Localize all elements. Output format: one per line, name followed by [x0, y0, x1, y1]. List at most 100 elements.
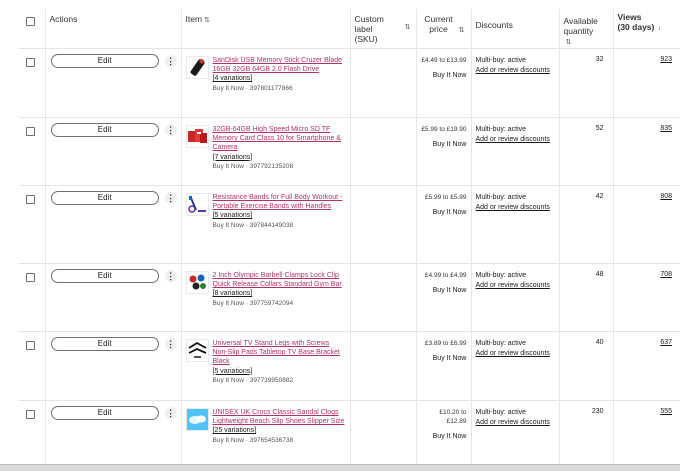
add-review-discounts-link[interactable]: Add or review discounts — [476, 349, 555, 359]
more-options-icon[interactable]: ⋮ — [164, 124, 177, 136]
available-quantity: 32 — [595, 56, 604, 63]
header-actions: Actions — [44, 9, 181, 49]
header-views[interactable]: Views (30 days) ↓ — [612, 9, 680, 49]
edit-button[interactable]: Edit — [50, 54, 159, 68]
item-variations-link[interactable]: [4 variations] — [213, 75, 253, 82]
sort-arrows-icon: ⇅ — [458, 27, 465, 34]
header-item-label: Item — [185, 14, 203, 24]
more-options-icon[interactable]: ⋮ — [164, 192, 177, 204]
custom-label-cell — [349, 117, 416, 186]
views-count-link[interactable]: 808 — [660, 193, 672, 200]
sort-down-arrow-icon: ↓ — [657, 25, 662, 32]
header-views-label: Views (30 days) — [617, 12, 655, 32]
row-select-checkbox[interactable] — [26, 58, 35, 67]
views-count-link[interactable]: 835 — [660, 125, 672, 132]
views-count-link[interactable]: 708 — [660, 271, 672, 278]
price-range: £4.49 to £13.99 — [421, 57, 467, 64]
available-quantity: 42 — [595, 193, 604, 200]
add-review-discounts-link[interactable]: Add or review discounts — [476, 203, 555, 213]
custom-label-cell — [349, 263, 416, 332]
item-title-link[interactable]: Resistance Bands for Full Body Workout -… — [213, 194, 343, 210]
listings-page: Actions Item ⇅ Custom label (SKU) ⇅ Curre… — [0, 0, 680, 471]
header-actions-label: Actions — [49, 14, 78, 24]
price-range: £4.99 to £4.99 — [424, 272, 467, 279]
header-discounts: Discounts — [470, 9, 559, 49]
item-title-link[interactable]: 2 Inch Olympic Barbell Clamps Lock Clip … — [213, 272, 342, 288]
row-select-checkbox[interactable] — [26, 273, 35, 282]
add-review-discounts-link[interactable]: Add or review discounts — [476, 66, 555, 76]
item-format-id: Buy It Now · 397739950882 — [212, 376, 294, 384]
row-select-checkbox[interactable] — [26, 127, 35, 136]
item-title-link[interactable]: 32GB-64GB High Speed Micro SD TF Memory … — [213, 126, 341, 151]
item-format-id: Buy It Now · 397654536738 — [212, 436, 294, 444]
item-variations-link[interactable]: [7 variations] — [213, 154, 253, 161]
header-discounts-label: Discounts — [475, 20, 513, 30]
more-options-icon[interactable]: ⋮ — [164, 338, 177, 350]
add-review-discounts-link[interactable]: Add or review discounts — [476, 135, 555, 145]
header-custom-label[interactable]: Custom label (SKU) ⇅ — [349, 9, 416, 49]
available-quantity: 40 — [595, 339, 604, 346]
views-count-link[interactable]: 637 — [660, 339, 672, 346]
custom-label-cell — [349, 185, 416, 264]
add-review-discounts-link[interactable]: Add or review discounts — [476, 281, 555, 291]
header-available-quantity-label: Available quantity — [563, 16, 598, 36]
item-title-link[interactable]: SanDisk USB Memory Stick Cruzer Blade 16… — [213, 57, 343, 73]
row-select-checkbox[interactable] — [26, 410, 35, 419]
more-options-icon[interactable]: ⋮ — [164, 270, 177, 282]
custom-label-cell — [349, 331, 416, 401]
price-range: £5.99 to £5.99 — [424, 194, 467, 201]
listing-format: Buy It Now — [432, 433, 467, 440]
table-row: Edit ⋮ 2 Inch Olympic Barbell Clamps Loc… — [19, 263, 680, 332]
header-current-price[interactable]: Current price ⇅ — [415, 9, 471, 49]
edit-button[interactable]: Edit — [50, 191, 159, 205]
price-range: £5.99 to £19.90 — [421, 126, 467, 133]
table-header-row: Actions Item ⇅ Custom label (SKU) ⇅ Curre… — [19, 9, 680, 49]
table-row: Edit ⋮ SanDisk USB Memory Stick Cruzer B… — [19, 48, 680, 118]
table-row: Edit ⋮ 32GB-64GB High Speed Micro SD TF … — [19, 117, 680, 186]
select-all-checkbox[interactable] — [26, 17, 35, 26]
discount-status: Multi-buy: active — [475, 194, 527, 201]
item-format-id: Buy It Now · 397844149038 — [212, 221, 294, 229]
item-title-link[interactable]: Universal TV Stand Legs with Screws Non-… — [213, 340, 340, 365]
sort-arrows-icon: ⇅ — [204, 17, 210, 24]
item-title-link[interactable]: UNISEX UK Crocs Classic Sandal Clogs Lig… — [213, 409, 345, 425]
header-available-quantity[interactable]: Available quantity ⇅ — [558, 9, 613, 49]
custom-label-cell — [349, 48, 416, 118]
usb-stick-thumbnail[interactable] — [185, 56, 209, 79]
listings-table: Actions Item ⇅ Custom label (SKU) ⇅ Curre… — [19, 9, 680, 465]
horizontal-scrollbar[interactable] — [0, 464, 680, 471]
views-count-link[interactable]: 923 — [660, 56, 672, 63]
clogs-thumbnail[interactable] — [185, 408, 209, 431]
table-row: Edit ⋮ Resistance Bands for Full Body Wo… — [19, 185, 680, 264]
more-options-icon[interactable]: ⋮ — [164, 55, 177, 67]
tv-stand-legs-thumbnail[interactable] — [185, 339, 209, 362]
add-review-discounts-link[interactable]: Add or review discounts — [476, 418, 555, 428]
header-current-price-label: Current price — [424, 14, 453, 34]
resistance-bands-thumbnail[interactable] — [185, 193, 209, 216]
row-select-checkbox[interactable] — [26, 341, 35, 350]
header-item[interactable]: Item ⇅ — [180, 9, 350, 49]
sort-arrows-icon: ⇅ — [565, 39, 572, 46]
edit-button[interactable]: Edit — [50, 123, 159, 137]
available-quantity: 48 — [595, 271, 604, 278]
item-variations-link[interactable]: [8 variations] — [213, 290, 253, 297]
row-select-checkbox[interactable] — [26, 195, 35, 204]
barbell-clamps-thumbnail[interactable] — [185, 271, 209, 294]
edit-button[interactable]: Edit — [50, 406, 159, 420]
price-range: £10.20 to £12.89 — [439, 409, 467, 425]
more-options-icon[interactable]: ⋮ — [164, 407, 177, 419]
item-variations-link[interactable]: [5 variations] — [213, 368, 253, 375]
table-row: Edit ⋮ Universal TV Stand Legs with Scre… — [19, 331, 680, 401]
custom-label-cell — [349, 400, 416, 465]
header-select-all — [19, 9, 45, 49]
item-variations-link[interactable]: [25 variations] — [213, 427, 257, 434]
memory-card-thumbnail[interactable] — [185, 125, 209, 148]
edit-button[interactable]: Edit — [50, 269, 159, 283]
edit-button[interactable]: Edit — [50, 337, 159, 351]
item-variations-link[interactable]: [5 variations] — [213, 212, 253, 219]
item-format-id: Buy It Now · 397759742094 — [212, 299, 294, 307]
views-count-link[interactable]: 555 — [660, 408, 672, 415]
item-format-id: Buy It Now · 397792135208 — [212, 162, 294, 170]
item-format-id: Buy It Now · 397801177866 — [212, 84, 293, 92]
header-custom-label-text: Custom label (SKU) — [354, 14, 384, 44]
